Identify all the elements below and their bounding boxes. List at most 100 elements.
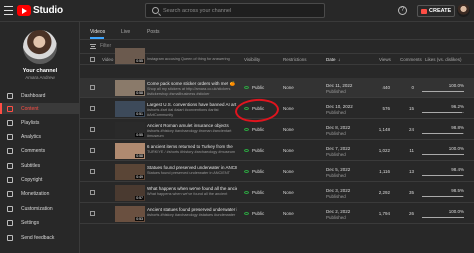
sidebar-item-customization[interactable]: Customization bbox=[0, 203, 79, 214]
comments-value: 35 bbox=[408, 190, 414, 195]
video-thumbnail[interactable]: 0:58 bbox=[115, 143, 145, 159]
create-label: CREATE bbox=[429, 8, 452, 14]
restrictions-value: None bbox=[283, 127, 294, 132]
table-row[interactable]: 0:55 Ancient Roman amulet insurance objec… bbox=[80, 120, 474, 140]
filter-icon[interactable] bbox=[90, 43, 96, 49]
sidebar-item-send-feedback[interactable]: Send feedback bbox=[0, 232, 79, 243]
table-row[interactable]: 0:57 What happens when we've found all th… bbox=[80, 183, 474, 203]
tab-videos[interactable]: Videos bbox=[90, 29, 105, 35]
video-title[interactable]: What happens when we've found all the an… bbox=[147, 186, 237, 191]
sidebar-item-label: Dashboard bbox=[21, 92, 46, 99]
table-row[interactable]: 0:53 Ancient statues found preserved unde… bbox=[80, 204, 474, 224]
video-thumbnail[interactable]: 0:55 bbox=[115, 122, 145, 138]
sidebar-item-label: Send feedback bbox=[21, 234, 55, 241]
row-checkbox[interactable] bbox=[90, 169, 95, 174]
menu-icon[interactable] bbox=[4, 6, 13, 15]
date-status: Published bbox=[326, 172, 346, 178]
sidebar-item-playlists[interactable]: Playlists bbox=[0, 117, 79, 128]
video-description: Instagram accusing Queen of thing for an… bbox=[147, 57, 230, 61]
video-title[interactable]: Ancient statues found preserved underwat… bbox=[147, 207, 237, 212]
divider bbox=[80, 39, 474, 40]
video-thumbnail[interactable]: 0:55 bbox=[115, 48, 145, 64]
likes-bar-fill bbox=[422, 217, 464, 218]
video-thumbnail[interactable]: 0:51 bbox=[115, 101, 145, 117]
row-checkbox[interactable] bbox=[90, 190, 95, 195]
date-status: Published bbox=[326, 193, 346, 199]
restrictions-value: None bbox=[283, 211, 294, 216]
sidebar-item-settings[interactable]: Settings bbox=[0, 217, 79, 228]
search-input[interactable] bbox=[163, 6, 313, 16]
eye-icon bbox=[244, 149, 249, 152]
tab-live[interactable]: Live bbox=[121, 29, 130, 35]
visibility-cell[interactable]: Public bbox=[244, 127, 264, 132]
sidebar-item-copyright[interactable]: Copyright bbox=[0, 174, 79, 185]
visibility-cell[interactable]: Public bbox=[244, 169, 264, 174]
date-cell: Dec 7, 2022 Published bbox=[326, 146, 350, 157]
row-checkbox[interactable] bbox=[90, 148, 95, 153]
visibility-cell[interactable]: Public bbox=[244, 148, 264, 153]
row-checkbox[interactable] bbox=[90, 127, 95, 132]
sidebar-item-label: Settings bbox=[21, 219, 40, 226]
sidebar-item-content[interactable]: Content bbox=[0, 103, 79, 114]
help-icon[interactable]: ? bbox=[398, 6, 407, 15]
likes-bar-fill bbox=[422, 91, 464, 92]
video-description: Statues found preserved underwater in AN… bbox=[147, 171, 230, 175]
video-duration: 0:58 bbox=[135, 154, 144, 158]
account-avatar[interactable] bbox=[457, 4, 470, 17]
table-row[interactable]: 0:58 Come pack some sticker orders with m… bbox=[80, 78, 474, 98]
create-button[interactable]: CREATE bbox=[417, 5, 456, 17]
likes-bar-fill bbox=[422, 154, 464, 155]
video-duration: 0:58 bbox=[135, 91, 144, 95]
row-checkbox[interactable] bbox=[90, 106, 95, 111]
restrictions-value: None bbox=[283, 190, 294, 195]
video-thumbnail[interactable]: 0:49 bbox=[115, 164, 145, 180]
sidebar-item-monetization[interactable]: Monetization bbox=[0, 188, 79, 199]
content-main: Videos Live Posts Filter Video Visibilit… bbox=[80, 22, 474, 253]
video-title[interactable]: Ancient Roman amulet insurance objects bbox=[147, 123, 237, 128]
video-duration: 0:49 bbox=[135, 175, 144, 179]
date-status: Published bbox=[326, 109, 346, 115]
date-status: Published bbox=[326, 130, 346, 136]
row-checkbox[interactable] bbox=[90, 211, 95, 216]
video-title[interactable]: 6 ancient items returned to Turkey from … bbox=[147, 144, 237, 149]
date-value: Dec 8, 2022 bbox=[326, 125, 351, 130]
sidebar-item-label: Subtitles bbox=[21, 162, 41, 169]
filter-bar[interactable]: Filter bbox=[90, 43, 111, 49]
table-row[interactable]: 0:55 Instagram accusing Queen of thing fo… bbox=[80, 48, 474, 65]
visibility-cell[interactable]: Public bbox=[244, 211, 264, 216]
eye-icon bbox=[244, 128, 249, 131]
sidebar-item-subtitles[interactable]: Subtitles bbox=[0, 160, 79, 171]
date-cell: Dec 10, 2022 Published bbox=[326, 104, 353, 115]
likes-bar bbox=[422, 196, 464, 197]
sidebar-item-analytics[interactable]: Analytics bbox=[0, 131, 79, 142]
monetization-icon bbox=[7, 190, 13, 197]
visibility-cell[interactable]: Public bbox=[244, 190, 264, 195]
video-thumbnail[interactable]: 0:57 bbox=[115, 185, 145, 201]
likes-bar-fill bbox=[422, 175, 464, 176]
comments-value: 13 bbox=[408, 169, 414, 174]
channel-avatar[interactable] bbox=[23, 30, 57, 64]
search-icon[interactable] bbox=[152, 7, 159, 14]
search-box[interactable] bbox=[145, 3, 325, 18]
table-row[interactable]: 0:49 Statues found preserved underwater i… bbox=[80, 162, 474, 182]
video-duration: 0:57 bbox=[135, 196, 144, 200]
video-title[interactable]: Statues found preserved underwater in AN… bbox=[147, 165, 237, 170]
restrictions-value: None bbox=[283, 148, 294, 153]
date-value: Dec 2, 2022 bbox=[326, 209, 351, 214]
likes-bar-fill bbox=[422, 133, 464, 134]
row-checkbox[interactable] bbox=[90, 85, 95, 90]
tab-posts[interactable]: Posts bbox=[147, 29, 160, 35]
date-status: Published bbox=[326, 88, 346, 94]
sidebar-item-comments[interactable]: Comments bbox=[0, 145, 79, 156]
youtube-logo-icon[interactable] bbox=[17, 5, 31, 16]
visibility-value: Public bbox=[252, 127, 265, 132]
visibility-value: Public bbox=[252, 148, 265, 153]
table-row[interactable]: 0:58 6 ancient items returned to Turkey f… bbox=[80, 141, 474, 161]
sidebar-item-label: Monetization bbox=[21, 190, 50, 197]
video-thumbnail[interactable]: 0:58 bbox=[115, 80, 145, 96]
visibility-cell[interactable]: Public bbox=[244, 85, 264, 90]
restrictions-value: None bbox=[283, 85, 294, 90]
video-title[interactable]: Largest U.S. conventions have banned AI … bbox=[147, 102, 237, 107]
sidebar-item-dashboard[interactable]: Dashboard bbox=[0, 90, 79, 101]
video-thumbnail[interactable]: 0:53 bbox=[115, 206, 145, 222]
